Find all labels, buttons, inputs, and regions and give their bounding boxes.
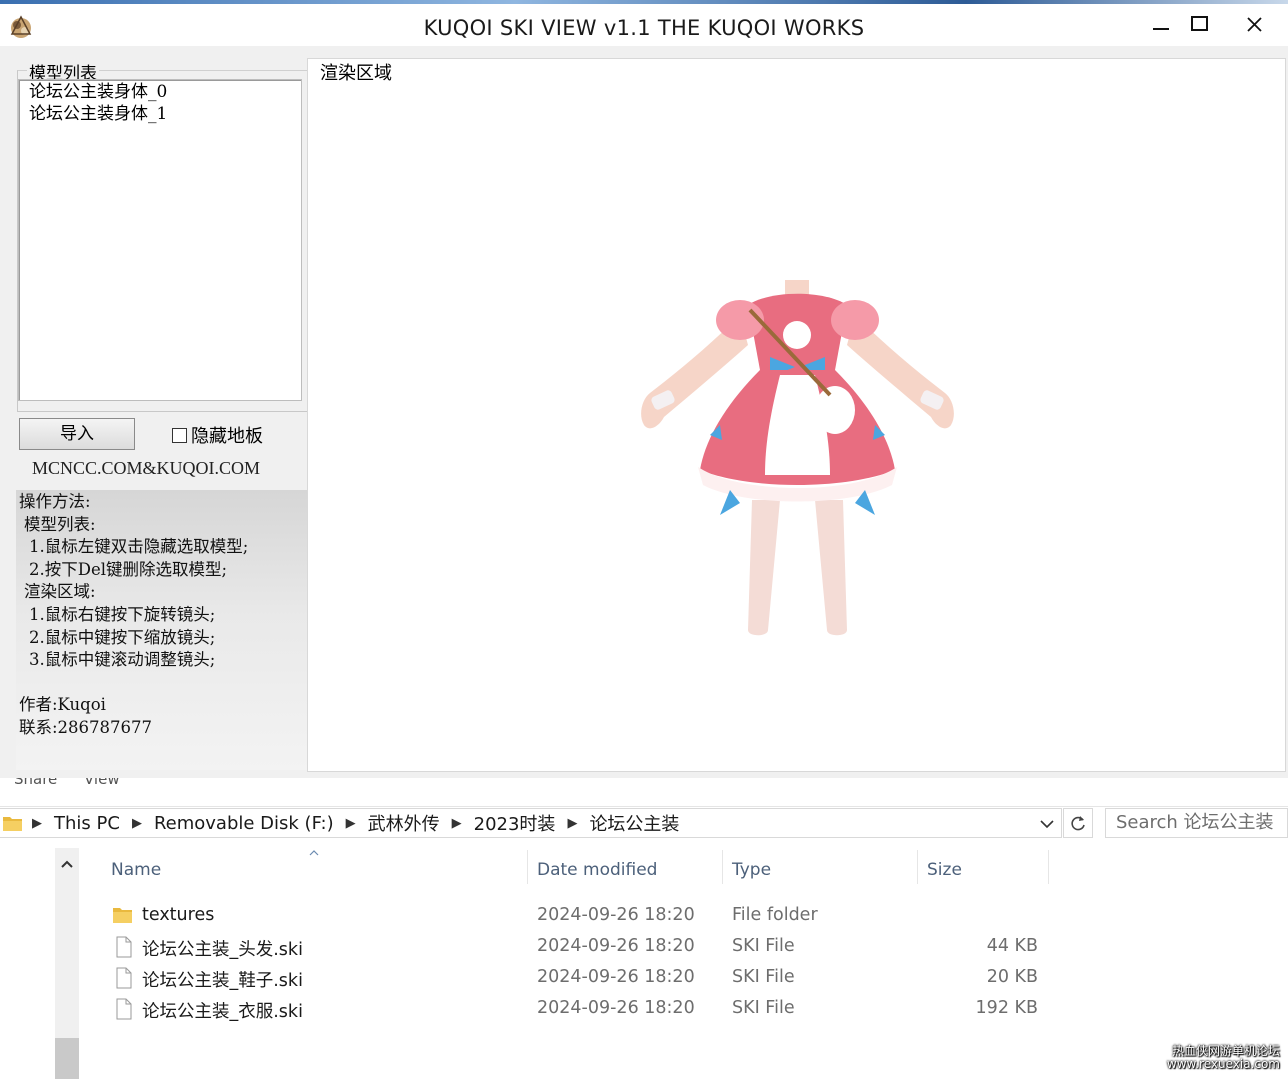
chevron-right-icon[interactable]: ▶ — [132, 816, 142, 831]
watermark: 热血侠网游单机论坛 www.rexuexia.com — [1167, 1045, 1280, 1071]
table-row[interactable]: 论坛公主装_鞋子.ski 2024-09-26 18:20 SKI File 2… — [108, 963, 1048, 993]
author-line: 作者:Kuqoi — [19, 695, 106, 715]
column-divider[interactable] — [917, 850, 918, 884]
column-divider[interactable] — [722, 850, 723, 884]
refresh-button[interactable] — [1063, 808, 1093, 838]
file-type: SKI File — [732, 936, 795, 956]
chevron-up-icon[interactable] — [55, 854, 79, 874]
table-row[interactable]: 论坛公主装_衣服.ski 2024-09-26 18:20 SKI File 1… — [108, 994, 1048, 1024]
site-text: MCNCC.COM&KUQOI.COM — [32, 458, 261, 478]
close-button[interactable] — [1232, 8, 1278, 42]
list-item[interactable]: 论坛公主装身体_1 — [19, 103, 301, 125]
checkbox-box[interactable] — [172, 427, 187, 443]
character-model — [641, 280, 954, 636]
refresh-icon — [1071, 816, 1085, 831]
file-name: 论坛公主装_鞋子.ski — [142, 971, 303, 991]
file-date: 2024-09-26 18:20 — [537, 936, 695, 956]
help-line: 操作方法: — [19, 492, 91, 511]
scroll-thumb[interactable] — [55, 1038, 79, 1079]
help-line: 1.鼠标左键双击隐藏选取模型; — [29, 537, 249, 557]
file-name: 论坛公主装_头发.ski — [142, 940, 303, 960]
nav-pane-scrollbar[interactable] — [55, 848, 79, 1079]
column-divider[interactable] — [527, 850, 528, 884]
help-panel: 操作方法: 模型列表: 1.鼠标左键双击隐藏选取模型; 2.按下Del键删除选取… — [16, 490, 308, 770]
hide-floor-checkbox[interactable]: 隐藏地板 — [172, 424, 263, 447]
import-button[interactable]: 导入 — [19, 418, 135, 450]
help-line: 3.鼠标中键滚动调整镜头; — [29, 650, 216, 670]
file-type: SKI File — [732, 998, 795, 1018]
chevron-right-icon[interactable]: ▶ — [32, 816, 42, 831]
help-line: 1.鼠标右键按下旋转镜头; — [29, 604, 216, 624]
file-date: 2024-09-26 18:20 — [537, 905, 695, 925]
chevron-right-icon[interactable]: ▶ — [567, 816, 577, 831]
minimize-icon — [1153, 28, 1169, 30]
file-type: SKI File — [732, 967, 795, 987]
file-date: 2024-09-26 18:20 — [537, 967, 695, 987]
file-name: textures — [142, 905, 215, 925]
column-header-date[interactable]: Date modified — [537, 860, 657, 880]
column-header-name[interactable]: Name — [111, 860, 161, 880]
column-header-size[interactable]: Size — [927, 860, 962, 880]
ski-view-window: KUQOI SKI VIEW v1.1 THE KUQOI WORKS 模型列表… — [0, 0, 1288, 778]
column-header-type[interactable]: Type — [732, 860, 771, 880]
watermark-line: www.rexuexia.com — [1166, 1057, 1280, 1071]
file-size: 20 KB — [986, 967, 1038, 987]
help-line: 模型列表: — [24, 514, 96, 534]
contact-line: 联系:286787677 — [19, 717, 153, 737]
chevron-down-icon[interactable] — [1039, 818, 1055, 830]
file-explorer: Share View ▶ This PC ▶ Removable Disk (F… — [0, 778, 1288, 1079]
render-area-label: 渲染区域 — [318, 59, 394, 85]
folder-nav-icon — [3, 817, 22, 831]
file-type: File folder — [732, 905, 818, 925]
address-bar: ▶ This PC ▶ Removable Disk (F:) ▶ 武林外传 ▶… — [0, 808, 1288, 838]
help-line: 2.按下Del键删除选取模型; — [29, 559, 228, 579]
file-icon — [116, 998, 132, 1020]
file-size: 44 KB — [986, 936, 1038, 956]
breadcrumb[interactable]: ▶ This PC ▶ Removable Disk (F:) ▶ 武林外传 ▶… — [0, 808, 1062, 838]
file-date: 2024-09-26 18:20 — [537, 998, 695, 1018]
help-line — [19, 672, 308, 695]
ribbon-tabs: Share View — [0, 778, 1288, 807]
column-divider[interactable] — [1048, 850, 1049, 884]
chevron-right-icon[interactable]: ▶ — [452, 816, 462, 831]
crumb-removable-disk[interactable]: Removable Disk (F:) — [154, 813, 334, 834]
table-row[interactable]: 论坛公主装_头发.ski 2024-09-26 18:20 SKI File 4… — [108, 932, 1048, 962]
window-title: KUQOI SKI VIEW v1.1 THE KUQOI WORKS — [423, 16, 865, 40]
help-line: 2.鼠标中键按下缩放镜头; — [29, 627, 216, 647]
model-list[interactable]: 论坛公主装身体_0 论坛公主装身体_1 — [18, 79, 302, 401]
file-name: 论坛公主装_衣服.ski — [142, 1002, 303, 1022]
hide-floor-label: 隐藏地板 — [191, 426, 263, 447]
file-icon — [116, 967, 132, 989]
tab-share[interactable]: Share — [14, 778, 57, 788]
crumb-current-folder[interactable]: 论坛公主装 — [589, 810, 679, 836]
table-row[interactable]: textures 2024-09-26 18:20 File folder — [108, 901, 1048, 931]
help-line: 渲染区域: — [24, 582, 96, 602]
crumb-folder-1[interactable]: 武林外传 — [368, 810, 440, 836]
maximize-icon — [1191, 16, 1208, 31]
maximize-button[interactable] — [1177, 8, 1223, 42]
folder-icon — [113, 908, 132, 923]
file-icon — [116, 936, 132, 958]
sort-ascending-icon — [309, 850, 319, 856]
list-item[interactable]: 论坛公主装身体_0 — [19, 81, 301, 103]
close-icon — [1247, 17, 1262, 32]
search-input[interactable]: Search 论坛公主装 — [1105, 808, 1288, 838]
title-bar[interactable]: KUQOI SKI VIEW v1.1 THE KUQOI WORKS — [0, 4, 1288, 46]
chevron-right-icon[interactable]: ▶ — [346, 816, 356, 831]
crumb-this-pc[interactable]: This PC — [54, 813, 120, 834]
tab-view[interactable]: View — [84, 778, 120, 788]
file-size: 192 KB — [975, 998, 1038, 1018]
crumb-folder-2[interactable]: 2023时装 — [474, 810, 556, 836]
